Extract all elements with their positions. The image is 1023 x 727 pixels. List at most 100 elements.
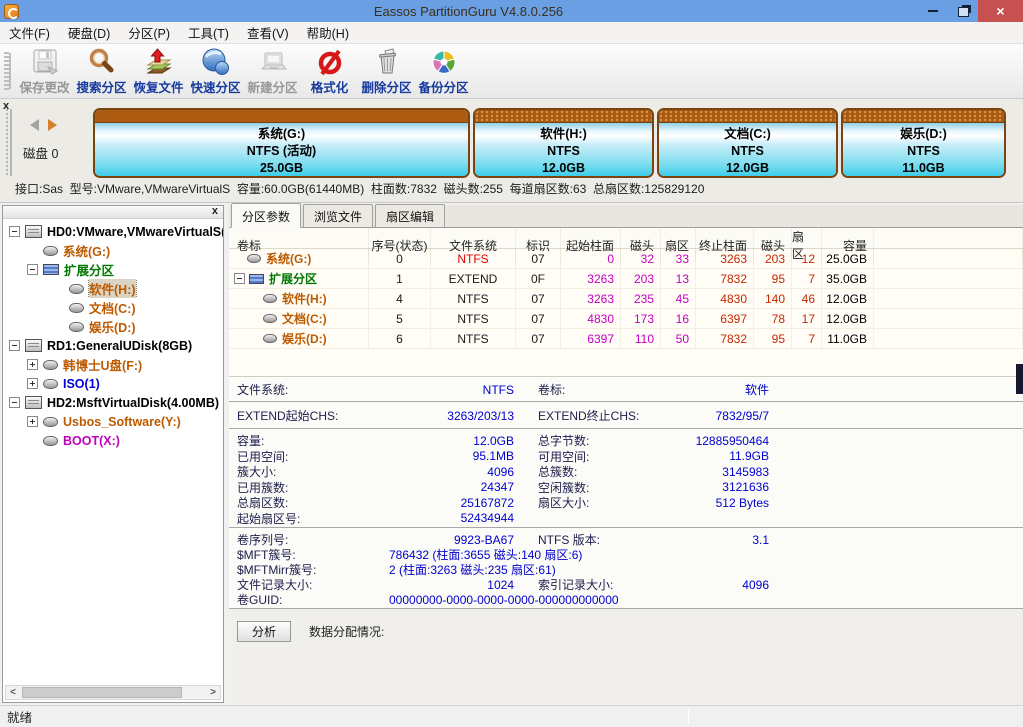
scroll-right-icon[interactable]: > xyxy=(206,687,220,698)
collapse-expander-icon[interactable] xyxy=(9,397,20,408)
id-cell: 0F xyxy=(516,269,561,288)
table-row[interactable]: 系统(G:) 0 NTFS 07 0 32 33 3263 203 12 25.… xyxy=(229,249,1023,269)
logical-partition-band xyxy=(475,110,652,123)
scroll-left-icon[interactable]: < xyxy=(6,687,20,698)
partition-bars: 系统(G:) NTFS (活动) 25.0GB 软件(H:) NTFS 12.0… xyxy=(93,108,1006,178)
toolbar-button-save-changes[interactable]: 保存更改 xyxy=(16,47,73,96)
harddisk-icon xyxy=(25,339,42,352)
detail-value: 12885950464 xyxy=(664,434,769,448)
detail-label: NTFS 版本: xyxy=(514,531,664,548)
detail-label: 卷标: xyxy=(514,381,664,398)
menu-help[interactable]: 帮助(H) xyxy=(298,20,358,45)
table-row[interactable]: 娱乐(D:) 6 NTFS 07 6397 110 50 7832 95 7 1… xyxy=(229,329,1023,349)
partition-icon xyxy=(69,303,84,313)
collapse-expander-icon[interactable] xyxy=(27,264,38,275)
menu-tools[interactable]: 工具(T) xyxy=(179,20,238,45)
end-cylinder-cell: 4830 xyxy=(696,289,754,308)
tree-item-entertainment-d[interactable]: 娱乐(D:) xyxy=(3,317,223,336)
table-row[interactable]: 文档(C:) 5 NTFS 07 4830 173 16 6397 78 17 … xyxy=(229,309,1023,329)
tree-close-icon[interactable]: x xyxy=(212,205,218,217)
detail-value: 9923-BA67 xyxy=(389,533,514,547)
partition-icon xyxy=(69,322,84,332)
start-sector-cell: 13 xyxy=(661,269,696,288)
toolbar-button-backup-partition[interactable]: 备份分区 xyxy=(415,47,472,96)
tree-item-system-g[interactable]: 系统(G:) xyxy=(3,241,223,260)
collapse-expander-icon[interactable] xyxy=(9,340,20,351)
detail-label: 总簇数: xyxy=(514,463,664,480)
next-disk-arrow-icon[interactable] xyxy=(48,119,57,131)
restore-button[interactable] xyxy=(948,0,978,22)
menu-partition[interactable]: 分区(P) xyxy=(119,20,179,45)
start-head-cell: 173 xyxy=(621,309,661,328)
collapse-expander-icon[interactable] xyxy=(9,226,20,237)
menu-file[interactable]: 文件(F) xyxy=(0,20,59,45)
scrollbar-thumb[interactable] xyxy=(22,687,182,698)
detail-value: 11.9GB xyxy=(664,449,769,463)
tree-item-usb-f[interactable]: 韩博士U盘(F:) xyxy=(3,355,223,374)
tab-strip: 分区参数 浏览文件 扇区编辑 xyxy=(229,205,1023,228)
minimize-button[interactable] xyxy=(918,0,948,22)
toolbar-button-recover-files[interactable]: 恢复文件 xyxy=(130,47,187,96)
table-row[interactable]: 扩展分区 1 EXTEND 0F 3263 203 13 7832 95 7 3… xyxy=(229,269,1023,289)
detail-label: 簇大小: xyxy=(229,463,389,480)
end-cylinder-cell: 6397 xyxy=(696,309,754,328)
toolbar-label: 快速分区 xyxy=(190,77,240,96)
start-cylinder-cell: 6397 xyxy=(561,329,621,348)
toolbar-label: 新建分区 xyxy=(247,77,297,96)
partition-icon xyxy=(249,274,264,284)
detail-row: 卷GUID: 00000000-0000-0000-0000-000000000… xyxy=(229,591,1023,606)
end-sector-cell: 12 xyxy=(792,249,822,268)
tree-item-extended-partition[interactable]: 扩展分区 xyxy=(3,260,223,279)
start-cylinder-cell: 3263 xyxy=(561,269,621,288)
close-button[interactable]: × xyxy=(978,0,1023,22)
toolbar-button-format[interactable]: 格式化 xyxy=(301,47,358,96)
start-sector-cell: 50 xyxy=(661,329,696,348)
prev-disk-arrow-icon[interactable] xyxy=(30,119,39,131)
partition-icon xyxy=(263,334,277,343)
id-cell: 07 xyxy=(516,309,561,328)
partition-bar-system-g[interactable]: 系统(G:) NTFS (活动) 25.0GB xyxy=(93,108,470,178)
tree-item-boot-x[interactable]: BOOT(X:) xyxy=(3,431,223,450)
tree-item-software-h[interactable]: 软件(H:) xyxy=(3,279,223,298)
detail-value: 软件 xyxy=(664,381,769,398)
toolbar-label: 恢复文件 xyxy=(133,77,183,96)
volume-label-cell: 扩展分区 xyxy=(229,269,369,288)
tab-partition-parameters[interactable]: 分区参数 xyxy=(231,203,301,228)
tree-item-hd0[interactable]: HD0:VMware,VMwareVirtualS(6 xyxy=(3,222,223,241)
table-row[interactable]: 软件(H:) 4 NTFS 07 3263 235 45 4830 140 46… xyxy=(229,289,1023,309)
laptop-new-partition-icon xyxy=(258,47,288,77)
toolbar-button-search-partition[interactable]: 搜索分区 xyxy=(73,47,130,96)
tree-item-rd1[interactable]: RD1:GeneralUDisk(8GB) xyxy=(3,336,223,355)
menu-harddisk[interactable]: 硬盘(D) xyxy=(59,20,119,45)
partition-bar-entertainment-d[interactable]: 娱乐(D:) NTFS 11.0GB xyxy=(841,108,1006,178)
toolbar-label: 搜索分区 xyxy=(76,77,126,96)
toolbar-button-new-partition[interactable]: 新建分区 xyxy=(244,47,301,96)
expand-expander-icon[interactable] xyxy=(27,378,38,389)
menu-view[interactable]: 查看(V) xyxy=(238,20,298,45)
analyze-button[interactable]: 分析 xyxy=(237,621,291,642)
tab-browse-files[interactable]: 浏览文件 xyxy=(303,204,373,227)
detail-value: NTFS xyxy=(389,383,514,397)
tree-horizontal-scrollbar[interactable]: < > xyxy=(5,685,221,700)
tree-item-usbos-software-y[interactable]: Usbos_Software(Y:) xyxy=(3,412,223,431)
tree-item-documents-c[interactable]: 文档(C:) xyxy=(3,298,223,317)
detail-label: 总字节数: xyxy=(514,432,664,449)
partition-bar-software-h[interactable]: 软件(H:) NTFS 12.0GB xyxy=(473,108,654,178)
toolbar-button-delete-partition[interactable]: 删除分区 xyxy=(358,47,415,96)
tab-sector-edit[interactable]: 扇区编辑 xyxy=(375,204,445,227)
toolbar-button-quick-partition[interactable]: 快速分区 xyxy=(187,47,244,96)
detail-label: EXTEND终止CHS: xyxy=(514,407,664,424)
detail-value: 2 (柱面:3263 磁头:235 扇区:61) xyxy=(389,561,514,578)
tree-item-iso[interactable]: ISO(1) xyxy=(3,374,223,393)
volume-label-cell: 娱乐(D:) xyxy=(229,329,369,348)
expand-expander-icon[interactable] xyxy=(27,416,38,427)
details-section-capacity: 容量: 12.0GB 总字节数: 12885950464 已用空间: 95.1M… xyxy=(229,429,1023,528)
expand-expander-icon[interactable] xyxy=(27,359,38,370)
partition-bar-documents-c[interactable]: 文档(C:) NTFS 12.0GB xyxy=(657,108,838,178)
partition-fs: NTFS xyxy=(843,143,1004,160)
main-area: x HD0:VMware,VMwareVirtualS(6 系统(G:) 扩展分… xyxy=(0,203,1023,705)
tree-item-hd2[interactable]: HD2:MsftVirtualDisk(4.00MB) xyxy=(3,393,223,412)
detail-value: 25167872 xyxy=(389,496,514,510)
detail-value: 4096 xyxy=(664,578,769,592)
detail-value: 52434944 xyxy=(389,511,514,525)
